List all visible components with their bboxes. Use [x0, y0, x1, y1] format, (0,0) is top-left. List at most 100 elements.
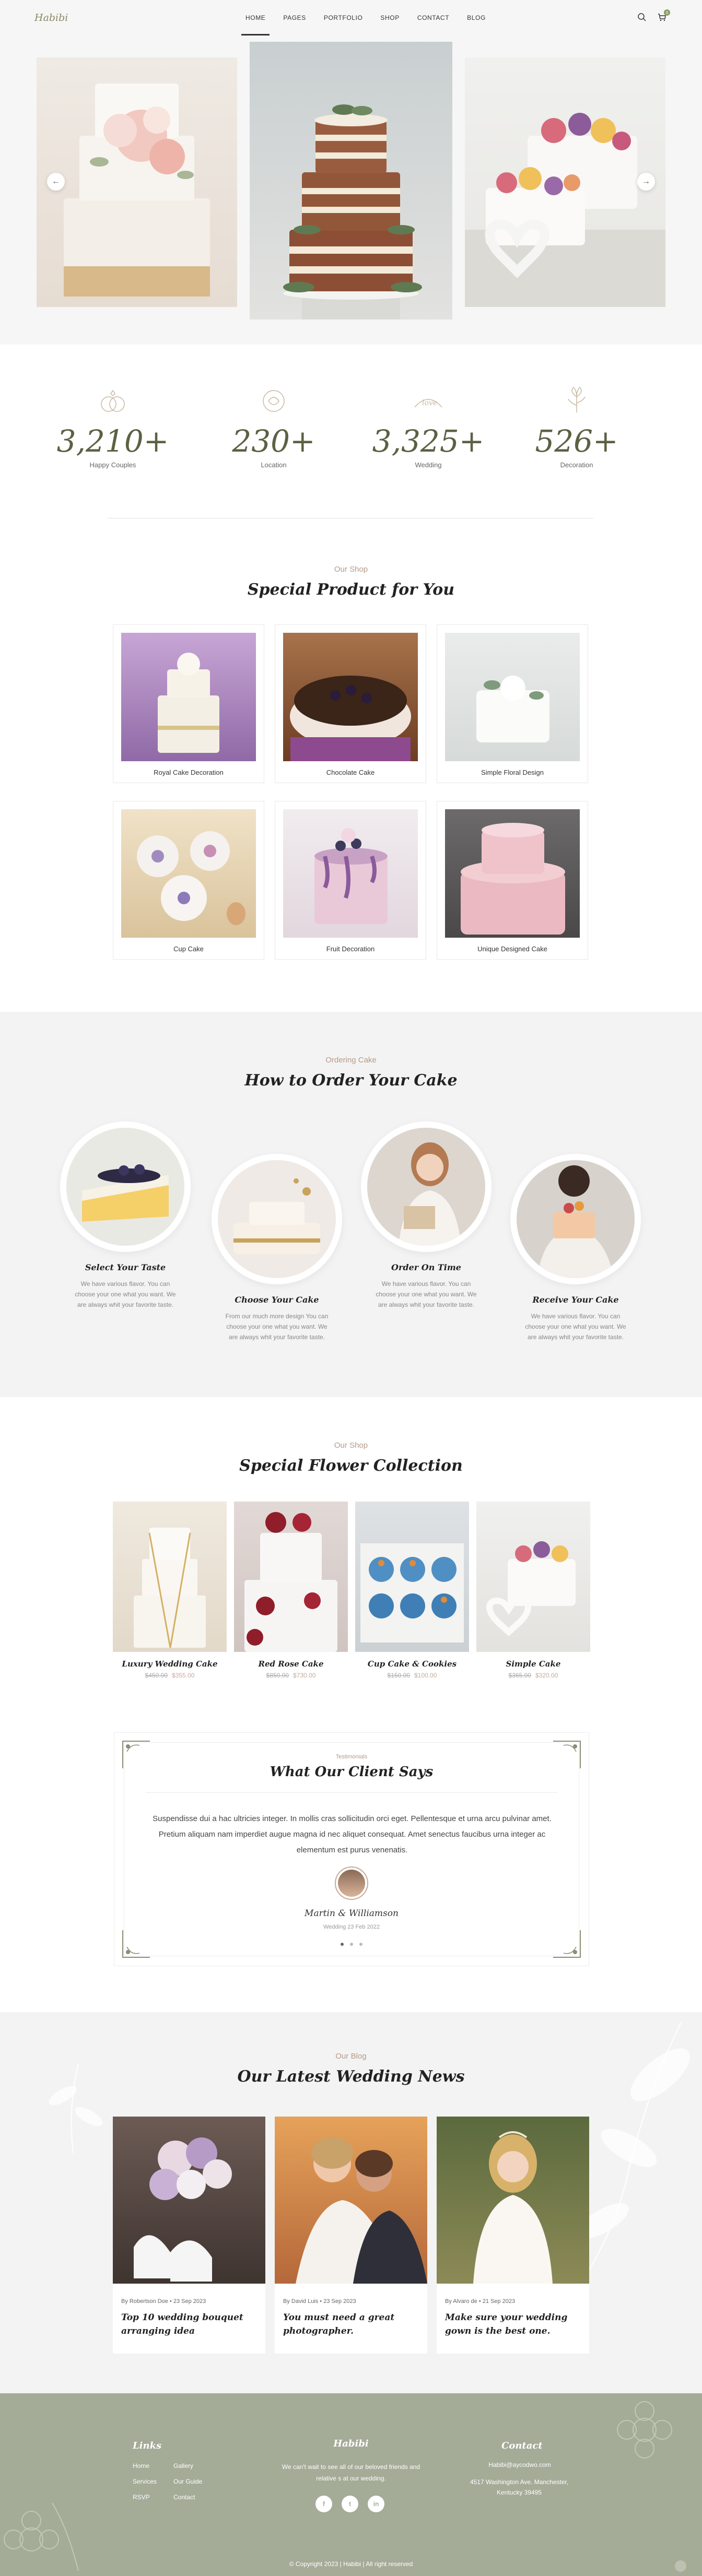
hero-slide-naked-cake	[250, 42, 452, 320]
flower-product-card[interactable]: Cup Cake & Cookies $150.00 $100.00	[355, 1502, 469, 1679]
site-header: Habibi HOME PAGES PORTFOLIO SHOP CONTACT…	[0, 0, 702, 36]
cart-icon[interactable]: 0	[657, 9, 670, 22]
flower-icon	[568, 386, 586, 412]
footer-link[interactable]: Gallery	[173, 2458, 202, 2474]
twitter-icon[interactable]: t	[342, 2496, 358, 2512]
footer-link[interactable]: Contact	[173, 2489, 202, 2505]
stat-value: 3,210+	[56, 423, 169, 459]
blog-card[interactable]: By Alvaro de • 21 Sep 2023 Make sure you…	[437, 2117, 589, 2354]
footer-tagline: We can't wait to see all of our beloved …	[282, 2463, 420, 2482]
step-image-frame	[361, 1121, 492, 1252]
footer-link[interactable]: Services	[133, 2474, 157, 2489]
step-title: Receive Your Cake	[532, 1295, 619, 1305]
flower-product-card[interactable]: Simple Cake $365.00 $320.00	[476, 1502, 590, 1679]
step-description: We have various flavor. You can choose y…	[75, 1280, 176, 1308]
nav-portfolio[interactable]: PORTFOLIO	[324, 0, 363, 36]
blog-post-title[interactable]: You must need a great photographer.	[283, 2311, 419, 2338]
flower-product-card[interactable]: Luxury Wedding Cake $450.00 $355.00	[113, 1502, 227, 1679]
stat-value: 526+	[535, 423, 618, 459]
order-step: Order On Time We have various flavor. Yo…	[358, 1121, 494, 1310]
stat-label: Happy Couples	[89, 461, 136, 469]
flowers-title: Special Flower Collection	[239, 1457, 463, 1475]
step-image	[218, 1160, 336, 1278]
blog-image	[275, 2117, 427, 2284]
nav-home[interactable]: HOME	[241, 0, 270, 36]
blog-title: Our Latest Wedding News	[237, 2067, 465, 2086]
flower-product-price: $150.00 $100.00	[355, 1672, 469, 1679]
footer-brand[interactable]: Habibi	[0, 2438, 702, 2449]
pagination-dot[interactable]	[350, 1943, 353, 1946]
flower-product-image	[476, 1502, 590, 1652]
blog-meta: By Alvaro de • 21 Sep 2023	[445, 2298, 516, 2305]
blog-card[interactable]: By Robertson Doe • 23 Sep 2023 Top 10 we…	[113, 2117, 265, 2354]
blog-image	[437, 2117, 589, 2284]
product-name: Royal Cake Decoration	[154, 769, 224, 776]
product-image	[445, 809, 580, 938]
footer-email[interactable]: Habibi@aycodwo.com	[483, 2461, 557, 2468]
sale-price: $355.00	[172, 1672, 195, 1679]
search-icon[interactable]	[637, 13, 647, 22]
order-step: Receive Your Cake We have various flavor…	[508, 1154, 644, 1342]
product-card[interactable]: Chocolate Cake	[275, 624, 426, 783]
blog-kicker: Our Blog	[335, 2052, 367, 2061]
old-price: $150.00	[387, 1672, 410, 1679]
hero-slider: ← →	[0, 36, 702, 345]
step-image-frame	[212, 1154, 342, 1284]
instagram-icon[interactable]: in	[368, 2496, 384, 2512]
step-image	[66, 1128, 184, 1246]
step-image-frame	[510, 1154, 641, 1284]
pagination-dot[interactable]	[359, 1943, 362, 1946]
stat-value: 230+	[232, 423, 315, 459]
sale-price: $100.00	[414, 1672, 437, 1679]
flower-product-name: Luxury Wedding Cake	[122, 1659, 218, 1669]
step-description: We have various flavor. You can choose y…	[376, 1280, 477, 1308]
client-name: Martin & Williamson	[305, 1908, 399, 1919]
footer-link[interactable]: RSVP	[133, 2489, 157, 2505]
site-logo[interactable]: Habibi	[34, 12, 68, 23]
shop-title: Special Product for You	[247, 581, 455, 599]
nav-shop[interactable]: SHOP	[380, 0, 399, 36]
nav-pages[interactable]: PAGES	[283, 0, 306, 36]
step-image	[517, 1160, 635, 1278]
hero-prev-button[interactable]: ←	[47, 173, 65, 191]
product-card[interactable]: Unique Designed Cake	[437, 801, 588, 960]
flower-product-name: Simple Cake	[506, 1659, 561, 1669]
blog-post-title[interactable]: Top 10 wedding bouquet arranging idea	[121, 2311, 257, 2338]
product-card[interactable]: Cup Cake	[113, 801, 264, 960]
testimonial-quote: Suspendisse dui a hac ultricies integer.…	[153, 1814, 552, 1854]
floral-ornament-icon	[617, 2401, 672, 2459]
hero-next-button[interactable]: →	[637, 173, 655, 191]
back-to-top-button[interactable]	[675, 2560, 686, 2572]
blog-post-title[interactable]: Make sure your wedding gown is the best …	[445, 2311, 581, 2338]
product-card[interactable]: Fruit Decoration	[275, 801, 426, 960]
nav-blog[interactable]: BLOG	[467, 0, 486, 36]
step-title: Order On Time	[391, 1262, 461, 1272]
old-price: $850.00	[266, 1672, 289, 1679]
stat-wedding: love 3,325+ Wedding	[366, 386, 491, 469]
nav-contact[interactable]: CONTACT	[417, 0, 449, 36]
testimonial-title: What Our Client Says	[114, 1764, 589, 1780]
blog-meta: By David Luis • 23 Sep 2023	[283, 2298, 356, 2305]
blog-card[interactable]: By David Luis • 23 Sep 2023 You must nee…	[275, 2117, 427, 2354]
product-card[interactable]: Simple Floral Design	[437, 624, 588, 783]
facebook-icon[interactable]: f	[315, 2496, 332, 2512]
stat-value: 3,325+	[372, 423, 485, 459]
order-kicker: Ordering Cake	[325, 1056, 377, 1065]
product-image	[283, 809, 418, 938]
hero-slide-flower-heart-cake	[465, 57, 665, 307]
flower-product-image	[234, 1502, 348, 1652]
testimonial-rule	[146, 1792, 557, 1793]
footer-link[interactable]: Our Guide	[173, 2474, 202, 2489]
site-footer: Links Home Services RSVP Gallery Our Gui…	[0, 2393, 702, 2576]
product-name: Unique Designed Cake	[477, 945, 547, 953]
footer-link[interactable]: Home	[133, 2458, 157, 2474]
social-links: f t in	[315, 2496, 384, 2512]
flower-product-card[interactable]: Red Rose Cake $850.00 $730.00	[234, 1502, 348, 1679]
pagination-dot[interactable]	[341, 1943, 344, 1946]
product-card[interactable]: Royal Cake Decoration	[113, 624, 264, 783]
stat-label: Decoration	[560, 461, 593, 469]
testimonial-title-text: What Our Client Says	[270, 1764, 434, 1780]
step-title: Choose Your Cake	[235, 1295, 319, 1305]
rose-icon	[263, 390, 285, 412]
main-nav: HOME PAGES PORTFOLIO SHOP CONTACT BLOG	[241, 0, 486, 36]
